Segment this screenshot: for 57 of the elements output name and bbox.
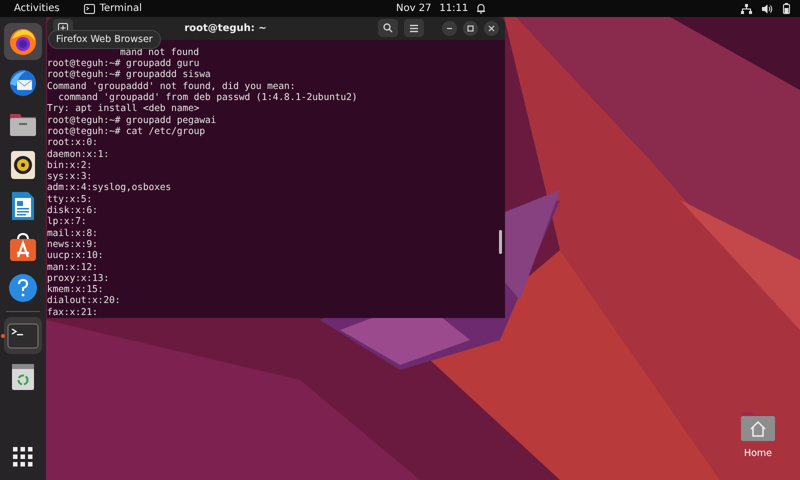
shopping-bag-icon (9, 232, 37, 262)
terminal-icon (84, 4, 95, 14)
volume-icon[interactable] (762, 4, 773, 14)
app-menu[interactable]: Terminal (100, 3, 142, 14)
terminal-line: root@teguh:~# groupaddd siswa (47, 69, 211, 81)
minimize-button[interactable] (442, 20, 457, 36)
terminal-line: man:x:12: (47, 262, 98, 273)
search-button[interactable] (378, 19, 398, 38)
terminal-line: fax:x:21: (47, 306, 98, 318)
terminal-line: root@teguh:~# cat /etc/group (47, 126, 206, 138)
terminal-line: mand not found (120, 46, 200, 58)
terminal-line: news:x:9: (47, 238, 98, 250)
document-icon (10, 190, 36, 220)
terminal-line: bin:x:2: (47, 160, 92, 172)
speaker-icon (10, 150, 36, 180)
home-folder-icon[interactable] (740, 410, 776, 442)
terminal-line: daemon:x:1: (47, 148, 110, 160)
tooltip: Firefox Web Browser (48, 30, 161, 49)
terminal-line: command 'groupadd' from deb passwd (1:4.8.1-2ubuntu2) (57, 92, 358, 104)
battery-icon[interactable] (783, 3, 790, 14)
scrollbar[interactable] (499, 230, 502, 254)
mail-icon (8, 68, 38, 98)
clock-time[interactable]: 11:11 (439, 3, 468, 14)
terminal-line: Try: apt install <deb name> (47, 103, 200, 115)
menu-icon (409, 24, 419, 33)
close-icon (488, 24, 495, 32)
network-icon[interactable] (741, 4, 752, 14)
trash-icon (11, 362, 35, 390)
help-icon (8, 272, 38, 302)
menu-button[interactable] (404, 19, 424, 38)
terminal-line: tty:x:5: (47, 194, 92, 206)
terminal-line: mail:x:8: (47, 228, 98, 239)
activities-button[interactable]: Activities (12, 3, 62, 14)
terminal-line: root@teguh:~# groupadd pegawai (47, 114, 216, 126)
terminal-line: adm:x:4:syslog,osboxes (47, 182, 172, 194)
maximize-button[interactable] (463, 20, 478, 36)
terminal-line: proxy:x:13: (47, 272, 110, 284)
browser-icon (8, 26, 38, 56)
clock-date[interactable]: Nov 27 (396, 3, 432, 14)
app-grid-icon[interactable] (13, 447, 33, 467)
terminal-line: dialout:x:20: (47, 295, 120, 307)
terminal-line: root:x:0: (47, 137, 98, 149)
terminal-line: lp:x:7: (47, 216, 87, 228)
terminal-line: root@teguh:~# groupadd guru (47, 58, 200, 70)
dock-item[interactable] (4, 23, 42, 60)
terminal-line: disk:x:6: (47, 205, 98, 216)
alarm-icon (476, 3, 486, 14)
search-icon (383, 23, 393, 34)
terminal-line: sys:x:3: (47, 171, 92, 182)
maximize-icon (467, 24, 474, 32)
desktop-icon-label[interactable]: Home (744, 448, 772, 459)
terminal-icon (7, 322, 39, 348)
terminal-line: Command 'groupaddd' not found, did you mean: (47, 80, 296, 92)
window-title: root@teguh: ~ (183, 22, 268, 34)
close-button[interactable] (484, 20, 499, 36)
terminal-line: kmem:x:15: (47, 284, 104, 296)
terminal-line: uucp:x:10: (47, 250, 104, 262)
